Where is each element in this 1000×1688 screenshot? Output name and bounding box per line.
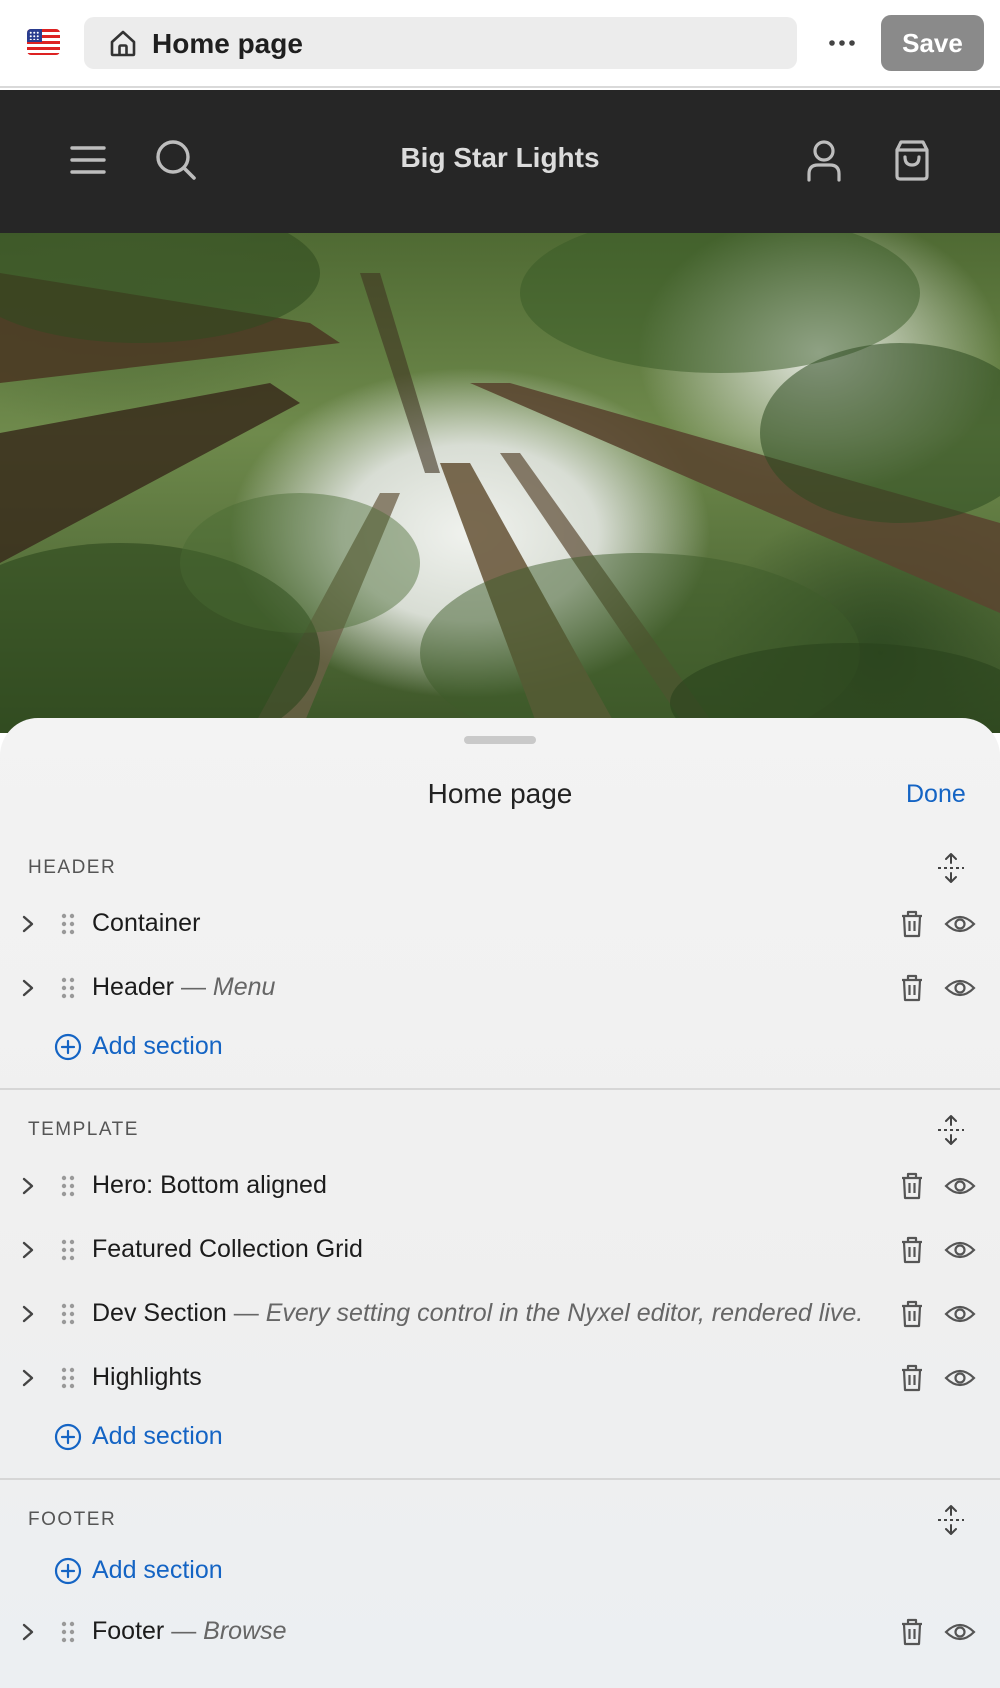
drag-handle-icon[interactable] (60, 912, 76, 936)
collapse-all-icon[interactable] (936, 1114, 966, 1146)
search-icon[interactable] (152, 136, 200, 184)
forest-canopy-photo (0, 233, 1000, 733)
section-name: Highlights (92, 1363, 202, 1391)
eye-icon[interactable] (944, 1302, 976, 1326)
chevron-right-icon[interactable] (18, 1621, 38, 1643)
eye-icon[interactable] (944, 1366, 976, 1390)
group-label-footer: FOOTER (28, 1509, 117, 1530)
section-row[interactable]: Highlights (0, 1350, 1000, 1406)
chevron-right-icon[interactable] (18, 1303, 38, 1325)
section-row[interactable]: Featured Collection Grid (0, 1222, 1000, 1278)
home-icon (110, 30, 136, 57)
group-label-header: HEADER (28, 857, 117, 878)
us-flag-icon[interactable] (27, 29, 60, 55)
section-name: Featured Collection Grid (92, 1235, 363, 1263)
chevron-right-icon[interactable] (18, 1367, 38, 1389)
plus-circle-icon (54, 1557, 82, 1585)
add-section-label: Add section (92, 1032, 223, 1060)
sections-sheet: Home page Done HEADER Container Header —… (0, 718, 1000, 1688)
store-title[interactable]: Big Star Lights (300, 142, 700, 174)
chevron-right-icon[interactable] (18, 1175, 38, 1197)
trash-icon[interactable] (898, 1617, 926, 1647)
page-selector[interactable]: Home page (84, 17, 797, 69)
collapse-all-icon[interactable] (936, 1504, 966, 1536)
section-row[interactable]: Hero: Bottom aligned (0, 1158, 1000, 1214)
collapse-all-icon[interactable] (936, 852, 966, 884)
chevron-right-icon[interactable] (18, 913, 38, 935)
add-section-label: Add section (92, 1556, 223, 1584)
plus-circle-icon (54, 1423, 82, 1451)
trash-icon[interactable] (898, 1299, 926, 1329)
add-section-label: Add section (92, 1422, 223, 1450)
section-name: Header — Menu (92, 973, 276, 1001)
section-name: Container (92, 909, 201, 937)
trash-icon[interactable] (898, 909, 926, 939)
more-horizontal-icon[interactable] (822, 26, 862, 60)
shopping-bag-icon[interactable] (888, 136, 936, 184)
trash-icon[interactable] (898, 1171, 926, 1201)
eye-icon[interactable] (944, 1174, 976, 1198)
group-divider (0, 1088, 1000, 1090)
section-row[interactable]: Container (0, 896, 1000, 952)
eye-icon[interactable] (944, 1620, 976, 1644)
page-selector-label: Home page (152, 28, 303, 59)
trash-icon[interactable] (898, 973, 926, 1003)
sheet-title: Home page (427, 778, 573, 809)
eye-icon[interactable] (944, 912, 976, 936)
eye-icon[interactable] (944, 1238, 976, 1262)
save-button[interactable]: Save (881, 15, 984, 71)
drag-handle-icon[interactable] (60, 1302, 76, 1326)
chevron-right-icon[interactable] (18, 977, 38, 999)
section-name: Dev Section — Every setting control in t… (92, 1299, 864, 1327)
editor-toolbar: Home page Save (0, 0, 1000, 88)
eye-icon[interactable] (944, 976, 976, 1000)
section-name: Footer — Browse (92, 1617, 287, 1645)
drag-handle-icon[interactable] (60, 1620, 76, 1644)
drag-handle-icon[interactable] (60, 1238, 76, 1262)
trash-icon[interactable] (898, 1363, 926, 1393)
trash-icon[interactable] (898, 1235, 926, 1265)
section-name: Hero: Bottom aligned (92, 1171, 327, 1199)
group-divider (0, 1478, 1000, 1480)
drag-handle-icon[interactable] (60, 1174, 76, 1198)
done-button[interactable]: Done (906, 780, 966, 809)
drag-handle-icon[interactable] (60, 1366, 76, 1390)
group-label-template: TEMPLATE (28, 1119, 139, 1140)
account-icon[interactable] (800, 136, 848, 184)
hamburger-menu-icon[interactable] (64, 136, 112, 184)
section-row[interactable]: Footer — Browse (0, 1604, 1000, 1660)
section-row[interactable]: Header — Menu (0, 960, 1000, 1016)
drag-handle-icon[interactable] (60, 976, 76, 1000)
plus-circle-icon (54, 1033, 82, 1061)
chevron-right-icon[interactable] (18, 1239, 38, 1261)
sheet-grabber[interactable] (464, 736, 536, 744)
section-row[interactable]: Dev Section — Every setting control in t… (0, 1286, 1000, 1342)
